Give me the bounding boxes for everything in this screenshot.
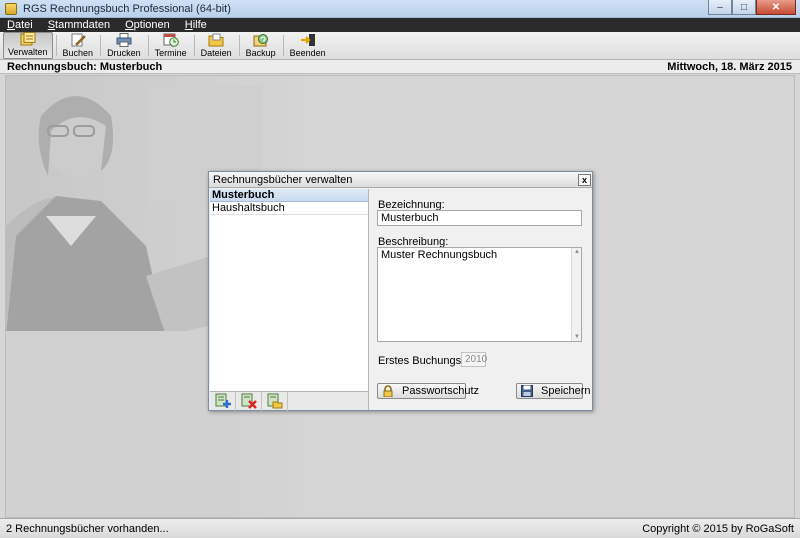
dialog-titlebar[interactable]: Rechnungsbücher verwalten x: [209, 172, 592, 188]
maximize-button[interactable]: □: [732, 0, 756, 15]
toolbar-dateien-label: Dateien: [200, 48, 232, 58]
list-item-musterbuch[interactable]: Musterbuch: [210, 189, 368, 202]
printer-icon: [116, 33, 132, 47]
toolbar-drucken-button[interactable]: Drucken: [103, 32, 145, 59]
pen-icon: [70, 33, 86, 47]
save-icon: [521, 385, 533, 397]
manage-books-dialog: Rechnungsbücher verwalten x Musterbuch H…: [208, 171, 593, 411]
toolbar-dateien-button[interactable]: Dateien: [197, 32, 236, 59]
toolbar-termine-label: Termine: [154, 48, 187, 58]
toolbar-beenden-label: Beenden: [289, 48, 326, 58]
book-header: Rechnungsbuch: Musterbuch Mittwoch, 18. …: [0, 60, 800, 74]
beschreibung-scrollbar[interactable]: ▲ ▼: [571, 248, 581, 341]
ledger-icon: [20, 32, 36, 46]
book-details-pane: Bezeichnung: Musterbuch Beschreibung: Mu…: [377, 189, 592, 410]
current-date: Mittwoch, 18. März 2015: [667, 60, 792, 73]
toolbar-buchen-label: Buchen: [62, 48, 94, 58]
folder-icon: [208, 33, 224, 47]
open-book-icon: [267, 393, 282, 409]
book-title: Rechnungsbuch: Musterbuch: [7, 60, 163, 73]
add-book-button[interactable]: [210, 391, 236, 411]
toolbar-separator: [147, 35, 149, 56]
delete-book-button[interactable]: [236, 391, 262, 411]
toolbar-separator: [238, 35, 240, 56]
open-book-button[interactable]: [262, 391, 288, 411]
menu-stammdaten[interactable]: Stammdaten: [45, 19, 113, 31]
menu-datei[interactable]: Datei: [4, 19, 36, 31]
dialog-close-button[interactable]: x: [578, 173, 591, 186]
copyright-text: Copyright © 2015 by RoGaSoft: [642, 522, 794, 535]
beschreibung-field[interactable]: Muster Rechnungsbuch ▲ ▼: [377, 247, 582, 342]
buchungsjahr-field[interactable]: 2010: [461, 352, 487, 367]
close-button[interactable]: ✕: [756, 0, 796, 15]
toolbar-buchen-button[interactable]: Buchen: [59, 32, 98, 59]
toolbar-separator: [100, 35, 102, 56]
bezeichnung-field[interactable]: Musterbuch: [377, 210, 582, 226]
toolbar-separator: [55, 35, 57, 56]
status-bar: 2 Rechnungsbücher vorhanden... Copyright…: [0, 518, 800, 538]
beschreibung-text: Muster Rechnungsbuch: [381, 249, 498, 261]
passwortschutz-label: Passwortschutz: [402, 385, 480, 397]
toolbar-separator: [193, 35, 195, 56]
status-text: 2 Rechnungsbücher vorhanden...: [6, 522, 169, 535]
dialog-title: Rechnungsbücher verwalten: [213, 173, 353, 186]
toolbar-beenden-button[interactable]: Beenden: [286, 32, 330, 59]
add-book-icon: [215, 393, 231, 408]
speichern-button[interactable]: Speichern: [516, 383, 591, 399]
speichern-label: Speichern: [541, 385, 591, 397]
menu-bar: Datei Stammdaten Optionen Hilfe: [0, 18, 800, 32]
scroll-up-icon[interactable]: ▲: [573, 249, 581, 255]
window-controls: – □ ✕: [708, 0, 796, 15]
toolbar-backup-label: Backup: [245, 48, 276, 58]
toolbar: Verwalten Buchen Drucken Termine Dateien…: [0, 32, 800, 60]
backup-icon: [253, 33, 269, 47]
passwortschutz-button[interactable]: Passwortschutz: [377, 383, 479, 399]
minimize-button[interactable]: –: [708, 0, 732, 15]
toolbar-separator: [282, 35, 284, 56]
window-titlebar[interactable]: RGS Rechnungsbuch Professional (64-bit) …: [0, 0, 800, 18]
exit-icon: [300, 33, 316, 47]
main-area: Rechnungsbücher verwalten x Musterbuch H…: [5, 75, 795, 518]
book-list-pane: Musterbuch Haushaltsbuch: [210, 189, 369, 411]
list-item-haushaltsbuch[interactable]: Haushaltsbuch: [210, 202, 368, 215]
toolbar-verwalten-button[interactable]: Verwalten: [3, 32, 53, 59]
delete-book-icon: [241, 393, 257, 409]
lock-icon: [382, 385, 394, 397]
window-title: RGS Rechnungsbuch Professional (64-bit): [23, 2, 231, 15]
toolbar-termine-button[interactable]: Termine: [151, 32, 191, 59]
scroll-down-icon[interactable]: ▼: [573, 334, 581, 340]
app-icon: [5, 2, 17, 15]
toolbar-drucken-label: Drucken: [107, 48, 141, 58]
calendar-clock-icon: [163, 33, 179, 47]
menu-hilfe[interactable]: Hilfe: [182, 19, 210, 31]
toolbar-verwalten-label: Verwalten: [8, 47, 48, 57]
menu-optionen[interactable]: Optionen: [122, 19, 173, 31]
book-list-toolbar: [210, 391, 368, 411]
toolbar-backup-button[interactable]: Backup: [242, 32, 280, 59]
